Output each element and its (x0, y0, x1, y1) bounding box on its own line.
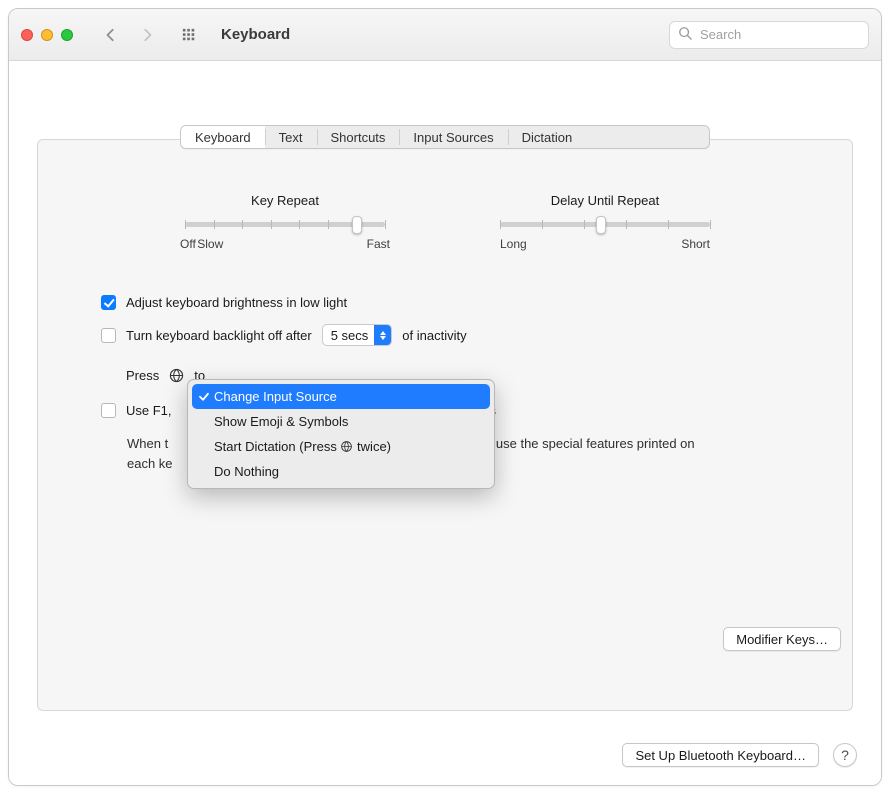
key-repeat-thumb[interactable] (352, 216, 362, 234)
search-input[interactable] (698, 26, 860, 43)
key-repeat-label: Key Repeat (180, 193, 390, 208)
key-repeat-off-label: Off (180, 237, 196, 251)
globe-icon (169, 368, 184, 383)
fn-keys-label-prefix: Use F1, (126, 403, 172, 418)
key-repeat-slider[interactable] (185, 222, 385, 227)
key-repeat-group: Key Repeat Off Slow Fast (180, 193, 390, 251)
show-all-prefs-button[interactable] (175, 21, 203, 49)
delay-thumb[interactable] (596, 216, 606, 234)
tab-dictation[interactable]: Dictation (508, 126, 587, 148)
adjust-brightness-checkbox[interactable] (101, 295, 116, 310)
checkmark-icon (198, 390, 210, 402)
bottom-bar: Set Up Bluetooth Keyboard… ? (9, 725, 881, 785)
key-repeat-slow-label: Slow (197, 237, 223, 251)
minimize-window-button[interactable] (41, 29, 53, 41)
window-title: Keyboard (221, 26, 290, 43)
tabs-segmented-control[interactable]: Keyboard Text Shortcuts Input Sources Di… (180, 125, 710, 149)
tab-text[interactable]: Text (265, 126, 317, 148)
key-repeat-fast-label: Fast (367, 237, 390, 251)
tab-input-sources[interactable]: Input Sources (399, 126, 507, 148)
back-button[interactable] (97, 21, 125, 49)
backlight-off-label-before: Turn keyboard backlight off after (126, 328, 312, 343)
backlight-off-checkbox[interactable] (101, 328, 116, 343)
delay-group: Delay Until Repeat Long Short (500, 193, 710, 251)
zoom-window-button[interactable] (61, 29, 73, 41)
tab-keyboard[interactable]: Keyboard (181, 126, 265, 148)
delay-long-label: Long (500, 237, 527, 251)
bluetooth-keyboard-button[interactable]: Set Up Bluetooth Keyboard… (622, 743, 819, 767)
stepper-icon (374, 325, 391, 345)
help-button[interactable]: ? (833, 743, 857, 767)
dropdown-item-start-dictation[interactable]: Start Dictation (Press twice) (192, 434, 490, 459)
backlight-delay-popup[interactable]: 5 secs (322, 324, 393, 346)
modifier-keys-button[interactable]: Modifier Keys… (723, 627, 841, 651)
fn-keys-checkbox[interactable] (101, 403, 116, 418)
window-controls (21, 29, 73, 41)
delay-short-label: Short (681, 237, 710, 251)
press-globe-label-before: Press (126, 368, 159, 383)
dropdown-item-change-input-source[interactable]: Change Input Source (192, 384, 490, 409)
dropdown-item-do-nothing[interactable]: Do Nothing (192, 459, 490, 484)
titlebar: Keyboard (9, 9, 881, 61)
globe-action-dropdown[interactable]: Change Input Source Show Emoji & Symbols… (187, 379, 495, 489)
forward-button[interactable] (133, 21, 161, 49)
adjust-brightness-label: Adjust keyboard brightness in low light (126, 295, 347, 310)
search-icon (678, 26, 692, 43)
backlight-off-label-after: of inactivity (402, 328, 466, 343)
dropdown-item-emoji-symbols[interactable]: Show Emoji & Symbols (192, 409, 490, 434)
close-window-button[interactable] (21, 29, 33, 41)
prefs-window: Keyboard Keyboard Text Shortcuts Input S… (8, 8, 882, 786)
delay-label: Delay Until Repeat (500, 193, 710, 208)
backlight-delay-value: 5 secs (331, 328, 369, 343)
tab-shortcuts[interactable]: Shortcuts (317, 126, 400, 148)
search-field[interactable] (669, 21, 869, 49)
delay-slider[interactable] (500, 222, 710, 227)
